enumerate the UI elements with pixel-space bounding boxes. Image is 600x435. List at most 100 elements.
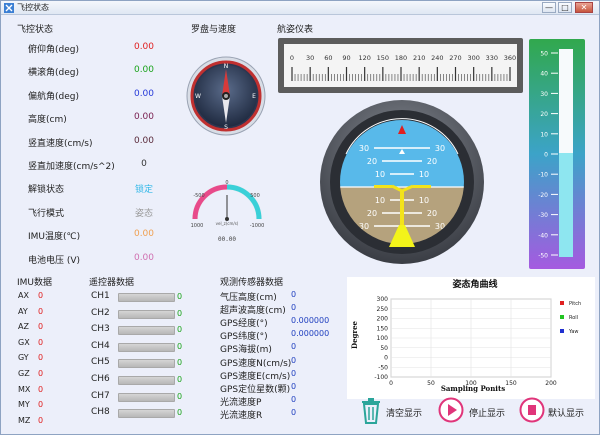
default-display-icon[interactable] (519, 397, 545, 423)
legend-label: Pitch (569, 301, 581, 307)
channel-bar (118, 359, 175, 369)
imu-value: 0 (38, 384, 44, 394)
channel-bar (118, 293, 175, 302)
chart-xtick: 50 (427, 380, 435, 387)
channel-label: CH4 (91, 340, 110, 351)
stop-icon[interactable] (438, 397, 464, 423)
app-icon (4, 3, 14, 13)
flight-value: 锁定 (134, 185, 153, 196)
flight-label: 竖直加速度(cm/s^2) (28, 162, 115, 172)
vbar-tick-label: 40 (540, 71, 548, 78)
sensor-value: 0 (291, 381, 297, 391)
channel-label: CH3 (91, 324, 110, 335)
flight-value: 0.00 (133, 88, 155, 99)
heading-tick-label: 240 (431, 54, 443, 62)
chart-xtick: 200 (545, 380, 557, 387)
flight-value: 0.00 (133, 229, 155, 240)
vertical-bar-gauge: 50 40 30 20 10 0 -10 -20 -30 -40 -50 (529, 39, 585, 269)
heading-tick-label: 150 (377, 54, 389, 62)
sensor-value: 0 (291, 394, 297, 404)
channel-bar (118, 409, 175, 419)
flight-label: 横滚角(deg) (28, 68, 79, 79)
pitch-label-left: 10 (375, 170, 385, 179)
flight-label: 飞行模式 (28, 208, 65, 219)
chart-ylabel: Degree (350, 320, 359, 349)
channel-bar (118, 309, 175, 319)
channel-value: 0 (177, 341, 183, 351)
imu-label: MX (18, 384, 31, 394)
imu-label: MZ (18, 415, 31, 425)
flight-label: IMU温度(℃) (28, 232, 81, 243)
legend-label: Yaw (568, 329, 579, 335)
channel-value: 0 (177, 408, 183, 418)
chart-ytick: 300 (377, 296, 389, 303)
sensor-value: 0 (291, 303, 297, 313)
attitude-title: 航姿仪表 (277, 25, 314, 35)
channel-value: 0 (177, 308, 183, 318)
sensor-value: 0.000000 (291, 316, 330, 326)
flight-value: 0 (141, 159, 147, 169)
chart-ytick: 200 (377, 316, 389, 323)
chart-ytick: 50 (380, 345, 388, 352)
close-button[interactable]: ✕ (575, 2, 593, 13)
pitch-label-left: 10 (375, 196, 385, 205)
window-title: 飞控状态 (17, 3, 49, 12)
vbar-tick-label: 10 (540, 131, 548, 138)
speed-tick-neg500: -500 (193, 193, 204, 199)
heading-tick-label: 120 (358, 54, 370, 62)
flight-value: 0.00 (133, 112, 155, 123)
compass-s: S (224, 124, 228, 131)
trash-icon[interactable] (360, 398, 382, 424)
chart-title: 姿态角曲线 (452, 278, 497, 290)
maximize-button[interactable]: □ (558, 2, 572, 13)
title-bar: 飞控状态 — □ ✕ (1, 1, 599, 15)
legend-swatch (560, 329, 564, 333)
pitch-label-right: 20 (427, 209, 437, 218)
compass-title: 罗盘与速度 (191, 25, 237, 35)
sensor-value: 0 (291, 342, 297, 352)
minimize-button[interactable]: — (542, 2, 556, 13)
speed-unit: vel_z(cm/s) (216, 221, 239, 226)
channel-bar (118, 376, 175, 385)
remote-title: 遥控器数据 (89, 278, 135, 288)
stop-display-button[interactable]: 停止显示 (469, 406, 505, 419)
channel-value: 0 (177, 391, 183, 401)
channel-bar (118, 342, 175, 352)
sensor-value: 0.000000 (291, 329, 330, 339)
flight-value: 姿态 (134, 208, 153, 219)
heading-tick-label: 60 (324, 54, 332, 62)
heading-tape: 0 30 60 90 120 150 180 210 240 270 300 330 360 (278, 38, 523, 93)
vbar-tick-label: 50 (540, 51, 548, 58)
channel-value: 0 (177, 325, 183, 335)
attitude-indicator: 30 3020 2010 1010 1020 2030 30 (320, 100, 484, 264)
speed-tick-500: 500 (250, 193, 260, 199)
imu-label: AX (18, 291, 29, 300)
heading-tick-label: 180 (395, 54, 407, 62)
clear-display-button[interactable]: 清空显示 (386, 406, 422, 419)
speed-tick-neg1000: -1000 (250, 223, 265, 229)
chart-xtick: 0 (389, 380, 393, 387)
vertical-bar-fill (559, 153, 573, 257)
pitch-label-left: 20 (367, 209, 377, 218)
imu-label: GZ (18, 369, 30, 378)
speed-tick-0: 0 (225, 180, 228, 186)
channel-bar (118, 326, 175, 336)
pitch-label-right: 20 (427, 157, 437, 166)
vbar-tick-label: -40 (538, 232, 548, 239)
flight-value: 0.00 (133, 135, 155, 146)
heading-tick-label: 0 (290, 54, 294, 62)
vbar-tick-label: -10 (538, 172, 548, 179)
chart-ytick: 150 (377, 325, 389, 332)
imu-label: MY (18, 400, 30, 410)
pitch-label-left: 20 (367, 157, 377, 166)
sensor-label: GPS速度E(cm/s) (220, 371, 291, 382)
channel-label: CH2 (91, 307, 110, 318)
vbar-tick-label: 30 (540, 91, 548, 98)
heading-tick-label: 30 (306, 54, 314, 62)
sensor-value: 0 (291, 368, 297, 378)
attitude-chart: 姿态角曲线 Degree Sampling Ponits 30025020015… (350, 278, 581, 393)
flight-label: 偏航角(deg) (28, 91, 79, 102)
imu-value: 0 (38, 400, 44, 410)
imu-value: 0 (38, 306, 44, 316)
default-display-button[interactable]: 默认显示 (548, 406, 584, 419)
